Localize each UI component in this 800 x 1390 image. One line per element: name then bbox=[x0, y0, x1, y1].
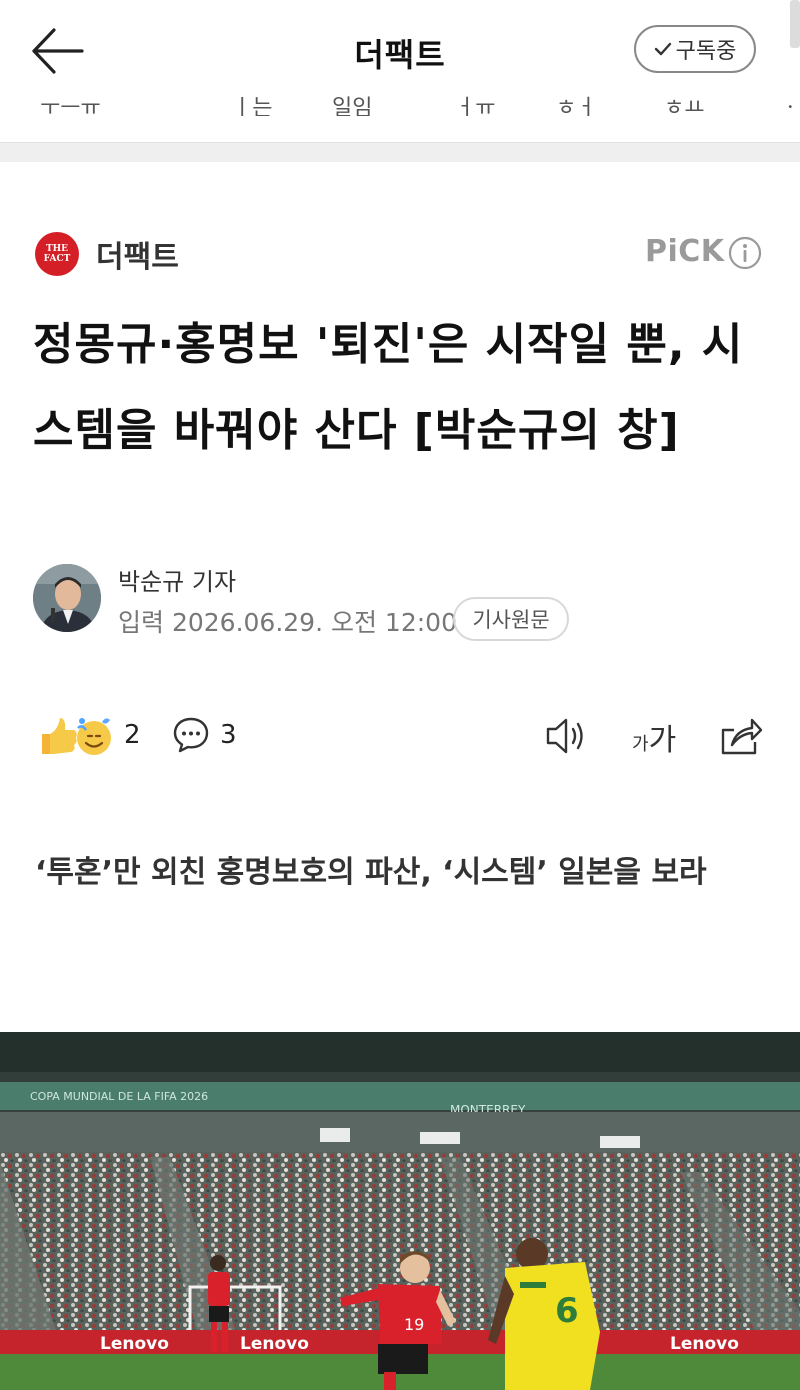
article-photo[interactable]: COPA MUNDIAL DE LA FIFA 2026 MONTERREY L… bbox=[0, 1032, 800, 1390]
menu-item[interactable]: ㅎㅛ bbox=[664, 90, 704, 116]
menu-item[interactable]: ㅓㅠ bbox=[455, 90, 495, 116]
reaction-count: 2 bbox=[124, 720, 141, 750]
top-bar: 더팩트 구독중 bbox=[0, 0, 800, 100]
author-photo bbox=[33, 564, 101, 632]
menu-item[interactable]: ㅜㅡㅠ bbox=[40, 90, 101, 116]
ad-board-text: Lenovo bbox=[100, 1334, 169, 1354]
logo-text: THE bbox=[45, 244, 69, 254]
ad-board-text: Lenovo bbox=[670, 1334, 739, 1354]
comment-count: 3 bbox=[220, 720, 237, 750]
jersey-number: 19 bbox=[404, 1315, 424, 1334]
publish-date: 입력 2026.06.29. 오전 12:00 bbox=[118, 608, 457, 637]
comment-button[interactable]: 3 bbox=[172, 712, 237, 758]
section-menu: ㅜㅡㅠ ㅣ는 일임 ㅓㅠ ㅎㅓ ㅎㅛ ㆍ bbox=[0, 86, 800, 116]
info-icon[interactable] bbox=[728, 236, 762, 270]
menu-item[interactable]: 일임 bbox=[332, 90, 372, 116]
font-small-label: 가 bbox=[632, 734, 649, 755]
author-name[interactable]: 박순규 기자 bbox=[118, 562, 236, 597]
font-size-button[interactable]: 가가 bbox=[632, 715, 676, 759]
jersey-number: 6 bbox=[555, 1291, 579, 1331]
subscribe-button[interactable]: 구독중 bbox=[634, 25, 756, 73]
check-icon bbox=[654, 42, 671, 56]
menu-item[interactable]: ㅣ는 bbox=[232, 90, 272, 116]
menu-item[interactable]: ㅎㅓ bbox=[556, 90, 596, 116]
press-logo[interactable]: THE FACT bbox=[35, 232, 79, 276]
ad-board-text: Lenovo bbox=[240, 1334, 309, 1354]
soccer-match-photo: COPA MUNDIAL DE LA FIFA 2026 MONTERREY L… bbox=[0, 1032, 800, 1390]
subscribe-label: 구독중 bbox=[675, 39, 737, 64]
reaction-button[interactable]: 2 bbox=[36, 712, 141, 758]
article-subtitle: ‘투혼’만 외친 홍명보호의 파산, ‘시스템’ 일본을 보라 bbox=[35, 855, 707, 890]
section-divider bbox=[0, 142, 800, 162]
logo-text: FACT bbox=[43, 254, 71, 264]
share-icon[interactable] bbox=[718, 714, 764, 758]
original-article-button[interactable]: 기사원문 bbox=[453, 597, 569, 641]
speaker-icon[interactable] bbox=[544, 714, 590, 758]
thumbs-up-emoji-icon bbox=[42, 718, 111, 755]
press-name[interactable]: 더팩트 bbox=[96, 232, 179, 276]
menu-item[interactable]: ㆍ bbox=[780, 90, 800, 116]
scrollbar-thumb[interactable] bbox=[790, 0, 800, 48]
article-headline: 정몽규·홍명보 '퇴진'은 시작일 뿐, 시스템을 바꿔야 산다 [박순규의 창… bbox=[33, 319, 744, 456]
font-large-label: 가 bbox=[648, 723, 677, 758]
pick-badge: PiCK bbox=[645, 234, 725, 269]
author-avatar[interactable] bbox=[33, 564, 101, 632]
banner-text: COPA MUNDIAL DE LA FIFA 2026 bbox=[30, 1090, 208, 1103]
comment-icon bbox=[173, 717, 209, 753]
